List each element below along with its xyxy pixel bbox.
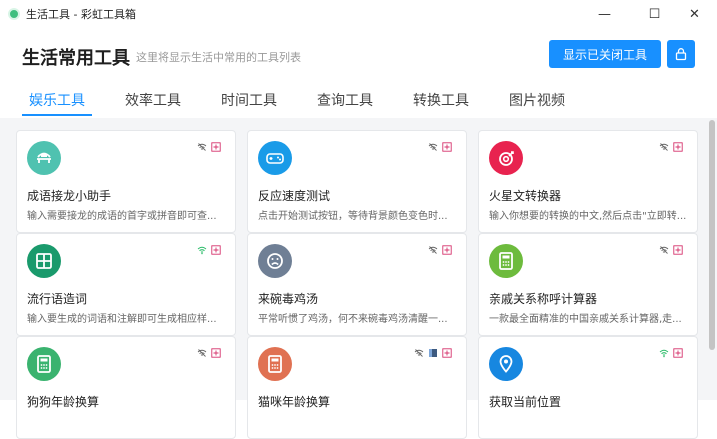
sad-face-icon [267,253,283,269]
tool-description: 点击开始测试按钮，等待背景颜色变色时... [258,211,448,222]
tool-status [428,245,452,255]
tool-icon-badge [258,141,292,175]
wifi-off-icon [414,349,424,357]
target-icon [499,151,514,166]
add-to-favorites-icon[interactable] [211,348,221,358]
add-to-favorites-icon[interactable] [211,245,221,255]
wifi-off-icon [659,246,669,254]
tab-time[interactable]: 时间工具 [221,90,277,110]
tool-card[interactable]: 获取当前位置 [478,336,698,439]
tab-conversion[interactable]: 转换工具 [413,90,469,110]
tool-title: 来碗毒鸡汤 [258,292,319,306]
tool-title: 狗狗年龄换算 [27,395,100,409]
tool-icon-badge [27,347,61,381]
tool-status [197,348,221,358]
tool-status [659,348,683,358]
tool-card[interactable]: 流行语造词输入要生成的词语和注解即可生成相应样... [16,233,236,336]
tool-icon-badge [489,347,523,381]
tool-icon-badge [489,244,523,278]
tools-grid: 成语接龙小助手 输入需要接龙的成语的首字或拼音即可查... 反应速度测试 点击开始测试… [0,118,717,439]
window-title: 生活工具 - 彩虹工具箱 [26,8,136,21]
tool-card[interactable]: 火星文转换器输入你想要的转换的中文,然后点击"立即转... [478,130,698,233]
calculator-icon [37,355,51,373]
tool-title: 流行语造词 [27,292,88,306]
app-logo-icon [8,8,20,20]
tool-status [197,245,221,255]
tool-title: 成语接龙小助手 [27,189,112,203]
gamepad-icon [266,153,284,164]
wifi-off-icon [428,246,438,254]
add-to-favorites-icon[interactable] [673,245,683,255]
tool-status [414,348,452,358]
active-tab-indicator [22,114,92,116]
bridge-icon [37,152,51,163]
tool-title: 获取当前位置 [489,395,562,409]
add-to-favorites-icon[interactable] [442,142,452,152]
add-to-favorites-icon[interactable] [673,348,683,358]
tool-icon-badge [258,347,292,381]
tool-description: 一款最全面精准的中国亲戚关系计算器,走... [489,314,682,325]
minimize-button[interactable]: — [582,0,627,28]
wifi-icon [659,349,669,358]
tool-description: 输入需要接龙的成语的首字或拼音即可查... [27,211,217,222]
tool-card[interactable]: 反应速度测试点击开始测试按钮，等待背景颜色变色时... [247,130,467,233]
tool-card[interactable]: 狗狗年龄换算 [16,336,236,439]
tool-card[interactable]: 成语接龙小助手输入需要接龙的成语的首字或拼音即可查... [16,130,236,233]
close-button[interactable]: ✕ [672,0,717,28]
scrollbar-thumb[interactable] [709,120,715,350]
tool-description: 输入要生成的词语和注解即可生成相应样... [27,314,217,325]
calculator-icon [499,252,513,270]
tool-title: 反应速度测试 [258,189,331,203]
tab-entertainment[interactable]: 娱乐工具 [29,90,85,110]
tab-efficiency[interactable]: 效率工具 [125,90,181,110]
tool-icon-badge [27,244,61,278]
tool-title: 猫咪年龄换算 [258,395,331,409]
add-to-favorites-icon[interactable] [211,142,221,152]
wifi-off-icon [197,349,207,357]
wifi-off-icon [197,143,207,151]
add-to-favorites-icon[interactable] [442,348,452,358]
calculator-icon [268,355,282,373]
tab-query[interactable]: 查询工具 [317,90,373,110]
wifi-off-icon [659,143,669,151]
tool-title: 亲戚关系称呼计算器 [489,292,598,306]
lock-icon [675,48,687,61]
category-tabs: 娱乐工具 效率工具 时间工具 查询工具 转换工具 图片视频 [0,90,717,118]
tool-description: 平常听惯了鸡汤，何不来碗毒鸡汤清醒一... [258,314,448,325]
maximize-button[interactable]: ☐ [632,0,677,28]
document-icon [429,349,437,357]
tool-status [659,142,683,152]
lock-button[interactable] [667,40,695,68]
tool-icon-badge [27,141,61,175]
tool-icon-badge [258,244,292,278]
grid-icon [36,253,52,269]
tool-card[interactable]: 猫咪年龄换算 [247,336,467,439]
tool-status [659,245,683,255]
tool-status [428,142,452,152]
add-to-favorites-icon[interactable] [442,245,452,255]
tool-icon-badge [489,141,523,175]
tool-description: 输入你想要的转换的中文,然后点击"立即转... [489,211,687,222]
add-to-favorites-icon[interactable] [673,142,683,152]
window-titlebar: 生活工具 - 彩虹工具箱 — ☐ ✕ [0,0,717,28]
page-title: 生活常用工具 [22,48,130,69]
tool-card[interactable]: 来碗毒鸡汤平常听惯了鸡汤，何不来碗毒鸡汤清醒一... [247,233,467,336]
page-subtitle: 这里将显示生活中常用的工具列表 [136,51,301,64]
wifi-icon [197,246,207,255]
tool-status [197,142,221,152]
tool-title: 火星文转换器 [489,189,562,203]
page-header: 生活常用工具 这里将显示生活中常用的工具列表 显示已关闭工具 娱乐工具 效率工具… [0,28,717,118]
tab-image-video[interactable]: 图片视频 [509,90,565,110]
wifi-off-icon [428,143,438,151]
location-pin-icon [499,355,513,373]
show-closed-tools-button[interactable]: 显示已关闭工具 [549,40,661,68]
tool-card[interactable]: 亲戚关系称呼计算器一款最全面精准的中国亲戚关系计算器,走... [478,233,698,336]
